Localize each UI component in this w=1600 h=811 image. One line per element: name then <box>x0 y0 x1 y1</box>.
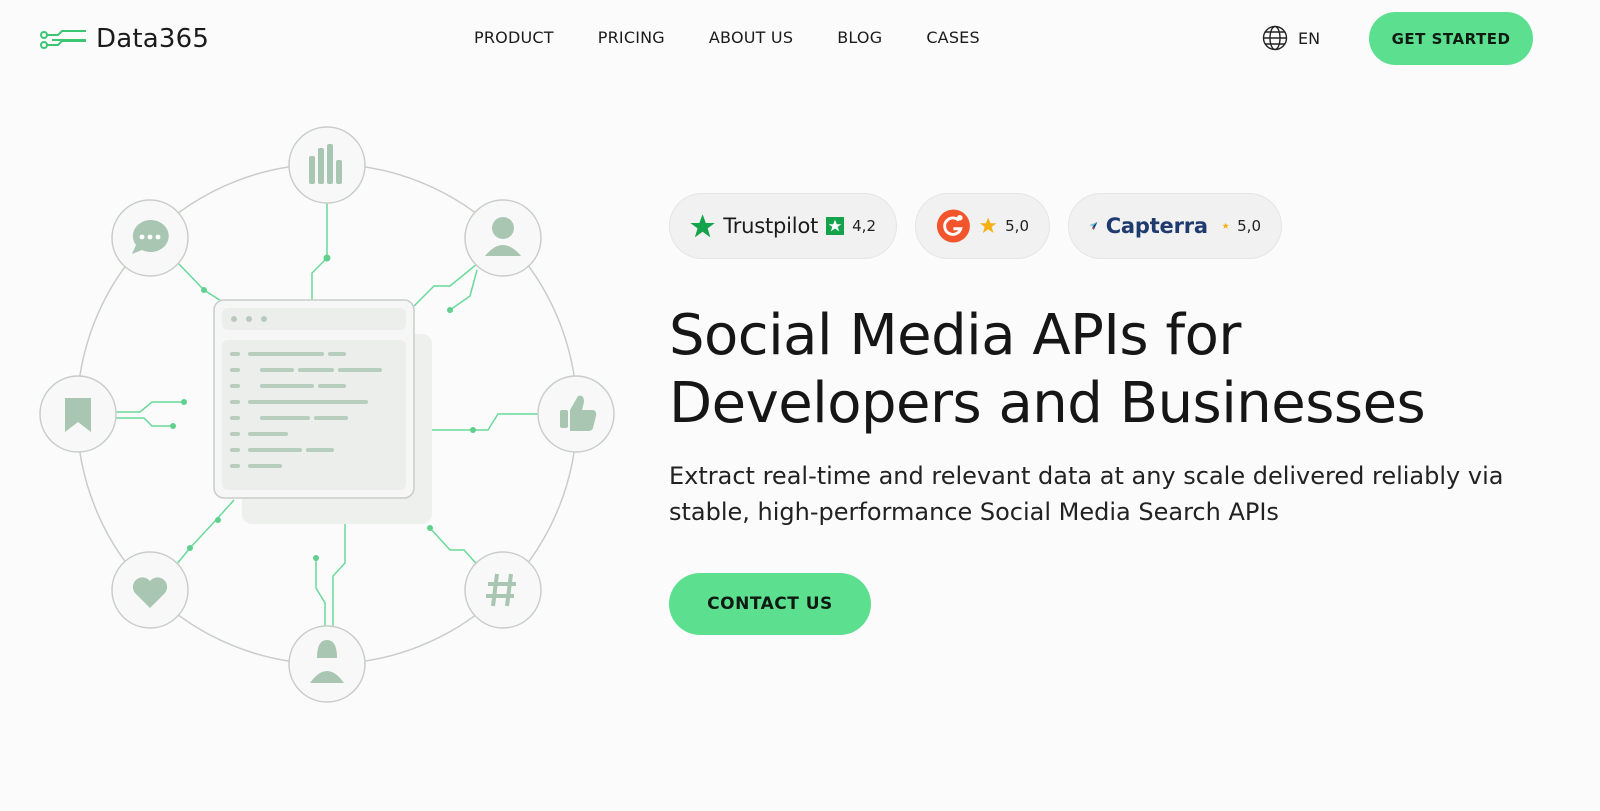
site-header: Data365 PRODUCT PRICING ABOUT US BLOG CA… <box>0 0 1600 78</box>
star-icon <box>1222 222 1229 229</box>
language-label: EN <box>1298 28 1321 48</box>
trustpilot-score-star-icon <box>826 217 845 235</box>
globe-icon <box>1262 25 1288 51</box>
rating-badges: Trustpilot 4,2 5,0 Capterra 5,0 <box>669 193 1282 259</box>
trustpilot-score: 4,2 <box>852 217 876 235</box>
capterra-score: 5,0 <box>1237 217 1261 235</box>
main-nav: PRODUCT PRICING ABOUT US BLOG CASES <box>474 28 980 47</box>
nav-blog[interactable]: BLOG <box>837 28 882 47</box>
nav-pricing[interactable]: PRICING <box>598 28 665 47</box>
social-api-illustration <box>39 126 615 703</box>
brand-name: Data365 <box>96 24 210 54</box>
trustpilot-star-icon <box>690 214 715 238</box>
nav-cases[interactable]: CASES <box>926 28 980 47</box>
logo[interactable]: Data365 <box>40 24 209 54</box>
circuit-logo-icon <box>40 30 86 49</box>
hero-title: Social Media APIs for Developers and Bus… <box>669 303 1426 436</box>
trustpilot-badge[interactable]: Trustpilot 4,2 <box>669 193 897 259</box>
nav-about-us[interactable]: ABOUT US <box>709 28 793 47</box>
hero-subtitle: Extract real-time and relevant data at a… <box>669 462 1504 526</box>
get-started-button[interactable]: GET STARTED <box>1369 12 1533 65</box>
g2-badge[interactable]: 5,0 <box>915 193 1050 259</box>
g2-score: 5,0 <box>1005 217 1029 235</box>
capterra-name: Capterra <box>1105 214 1208 238</box>
nav-product[interactable]: PRODUCT <box>474 28 554 47</box>
contact-us-button[interactable]: CONTACT US <box>669 573 871 635</box>
capterra-badge[interactable]: Capterra 5,0 <box>1068 193 1282 259</box>
g2-logo-icon <box>936 209 970 243</box>
trustpilot-name: Trustpilot <box>723 214 819 238</box>
language-switcher[interactable]: EN <box>1262 25 1320 51</box>
star-icon <box>979 217 997 233</box>
capterra-logo-icon <box>1089 222 1098 230</box>
